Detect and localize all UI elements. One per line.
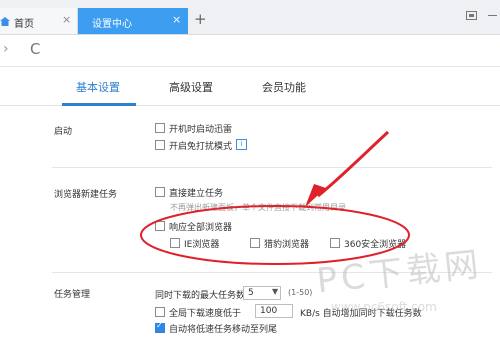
watermark-url: www.pc6soft.com [331,300,437,314]
annotation-arrow-shaft [317,130,390,198]
annotation-arrow-head [305,184,326,207]
